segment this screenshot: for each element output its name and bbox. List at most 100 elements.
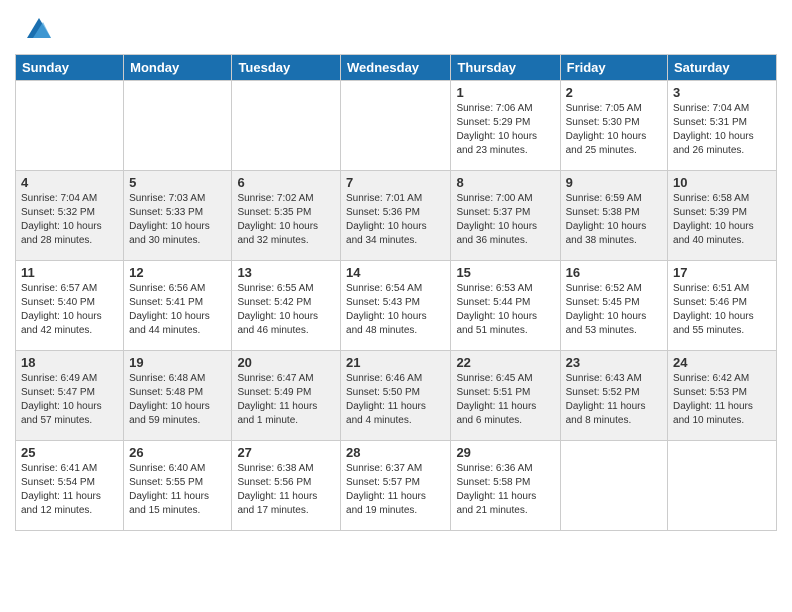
- day-info: Sunrise: 6:41 AM Sunset: 5:54 PM Dayligh…: [21, 462, 118, 518]
- day-number: 19: [129, 355, 226, 370]
- day-info: Sunrise: 7:06 AM Sunset: 5:29 PM Dayligh…: [456, 102, 554, 158]
- day-info: Sunrise: 6:55 AM Sunset: 5:42 PM Dayligh…: [237, 282, 335, 338]
- calendar-cell: [341, 81, 451, 171]
- calendar-cell: 6Sunrise: 7:02 AM Sunset: 5:35 PM Daylig…: [232, 171, 341, 261]
- day-info: Sunrise: 6:59 AM Sunset: 5:38 PM Dayligh…: [566, 192, 662, 248]
- day-info: Sunrise: 6:53 AM Sunset: 5:44 PM Dayligh…: [456, 282, 554, 338]
- column-header-thursday: Thursday: [451, 55, 560, 81]
- day-number: 5: [129, 175, 226, 190]
- day-number: 11: [21, 265, 118, 280]
- day-info: Sunrise: 6:48 AM Sunset: 5:48 PM Dayligh…: [129, 372, 226, 428]
- day-info: Sunrise: 6:37 AM Sunset: 5:57 PM Dayligh…: [346, 462, 445, 518]
- column-header-saturday: Saturday: [668, 55, 777, 81]
- calendar-cell: 13 Sunrise: 6:55 AM Sunset: 5:42 PM Dayli…: [232, 261, 341, 351]
- calendar-cell: 29 Sunrise: 6:36 AM Sunset: 5:58 PM Dayli…: [451, 441, 560, 531]
- day-number: 23: [566, 355, 662, 370]
- day-info: Sunrise: 7:03 AM Sunset: 5:33 PM Dayligh…: [129, 192, 226, 248]
- calendar-cell: 16Sunrise: 6:52 AM Sunset: 5:45 PM Dayli…: [560, 261, 667, 351]
- calendar-cell: 12 Sunrise: 6:56 AM Sunset: 5:41 PM Dayli…: [124, 261, 232, 351]
- calendar-cell: 11 Sunrise: 6:57 AM Sunset: 5:40 PM Dayli…: [16, 261, 124, 351]
- column-header-friday: Friday: [560, 55, 667, 81]
- day-info: Sunrise: 7:00 AM Sunset: 5:37 PM Dayligh…: [456, 192, 554, 248]
- day-info: Sunrise: 6:43 AM Sunset: 5:52 PM Dayligh…: [566, 372, 662, 428]
- day-number: 9: [566, 175, 662, 190]
- day-info: Sunrise: 6:46 AM Sunset: 5:50 PM Dayligh…: [346, 372, 445, 428]
- calendar-cell: 18 Sunrise: 6:49 AM Sunset: 5:47 PM Dayli…: [16, 351, 124, 441]
- day-info: Sunrise: 6:40 AM Sunset: 5:55 PM Dayligh…: [129, 462, 226, 518]
- day-info: Sunrise: 6:58 AM Sunset: 5:39 PM Dayligh…: [673, 192, 771, 248]
- calendar-table: SundayMondayTuesdayWednesdayThursdayFrid…: [15, 54, 777, 531]
- column-header-wednesday: Wednesday: [341, 55, 451, 81]
- calendar-week-2: 4 Sunrise: 7:04 AM Sunset: 5:32 PM Daylig…: [16, 171, 777, 261]
- day-number: 14: [346, 265, 445, 280]
- calendar-header-row: SundayMondayTuesdayWednesdayThursdayFrid…: [16, 55, 777, 81]
- day-number: 7: [346, 175, 445, 190]
- day-info: Sunrise: 7:04 AM Sunset: 5:31 PM Dayligh…: [673, 102, 771, 158]
- calendar-cell: 14 Sunrise: 6:54 AM Sunset: 5:43 PM Dayli…: [341, 261, 451, 351]
- calendar-cell: 2 Sunrise: 7:05 AM Sunset: 5:30 PM Daylig…: [560, 81, 667, 171]
- calendar-week-4: 18 Sunrise: 6:49 AM Sunset: 5:47 PM Dayli…: [16, 351, 777, 441]
- day-number: 13: [237, 265, 335, 280]
- page-header: [15, 10, 777, 46]
- calendar-week-5: 25 Sunrise: 6:41 AM Sunset: 5:54 PM Dayli…: [16, 441, 777, 531]
- day-info: Sunrise: 6:47 AM Sunset: 5:49 PM Dayligh…: [237, 372, 335, 428]
- day-number: 12: [129, 265, 226, 280]
- day-info: Sunrise: 6:52 AM Sunset: 5:45 PM Dayligh…: [566, 282, 662, 338]
- logo: [15, 10, 53, 46]
- calendar-cell: 26 Sunrise: 6:40 AM Sunset: 5:55 PM Dayli…: [124, 441, 232, 531]
- calendar-cell: 15 Sunrise: 6:53 AM Sunset: 5:44 PM Dayli…: [451, 261, 560, 351]
- calendar-cell: 7 Sunrise: 7:01 AM Sunset: 5:36 PM Daylig…: [341, 171, 451, 261]
- day-number: 10: [673, 175, 771, 190]
- calendar-cell: 5 Sunrise: 7:03 AM Sunset: 5:33 PM Daylig…: [124, 171, 232, 261]
- page-container: SundayMondayTuesdayWednesdayThursdayFrid…: [0, 0, 792, 541]
- calendar-cell: 10 Sunrise: 6:58 AM Sunset: 5:39 PM Dayli…: [668, 171, 777, 261]
- day-info: Sunrise: 7:05 AM Sunset: 5:30 PM Dayligh…: [566, 102, 662, 158]
- calendar-cell: 21 Sunrise: 6:46 AM Sunset: 5:50 PM Dayli…: [341, 351, 451, 441]
- day-info: Sunrise: 6:36 AM Sunset: 5:58 PM Dayligh…: [456, 462, 554, 518]
- logo-icon: [17, 10, 53, 46]
- calendar-cell: 28Sunrise: 6:37 AM Sunset: 5:57 PM Dayli…: [341, 441, 451, 531]
- calendar-cell: 3Sunrise: 7:04 AM Sunset: 5:31 PM Daylig…: [668, 81, 777, 171]
- day-info: Sunrise: 6:56 AM Sunset: 5:41 PM Dayligh…: [129, 282, 226, 338]
- calendar-cell: [668, 441, 777, 531]
- calendar-cell: 4 Sunrise: 7:04 AM Sunset: 5:32 PM Daylig…: [16, 171, 124, 261]
- day-info: Sunrise: 6:45 AM Sunset: 5:51 PM Dayligh…: [456, 372, 554, 428]
- day-number: 4: [21, 175, 118, 190]
- calendar-week-3: 11 Sunrise: 6:57 AM Sunset: 5:40 PM Dayli…: [16, 261, 777, 351]
- day-info: Sunrise: 6:42 AM Sunset: 5:53 PM Dayligh…: [673, 372, 771, 428]
- day-info: Sunrise: 6:54 AM Sunset: 5:43 PM Dayligh…: [346, 282, 445, 338]
- calendar-cell: 19 Sunrise: 6:48 AM Sunset: 5:48 PM Dayli…: [124, 351, 232, 441]
- calendar-cell: 20Sunrise: 6:47 AM Sunset: 5:49 PM Dayli…: [232, 351, 341, 441]
- calendar-cell: 9 Sunrise: 6:59 AM Sunset: 5:38 PM Daylig…: [560, 171, 667, 261]
- calendar-cell: 17Sunrise: 6:51 AM Sunset: 5:46 PM Dayli…: [668, 261, 777, 351]
- calendar-cell: 24Sunrise: 6:42 AM Sunset: 5:53 PM Dayli…: [668, 351, 777, 441]
- day-info: Sunrise: 6:38 AM Sunset: 5:56 PM Dayligh…: [237, 462, 335, 518]
- day-number: 18: [21, 355, 118, 370]
- day-number: 29: [456, 445, 554, 460]
- calendar-week-1: 1 Sunrise: 7:06 AM Sunset: 5:29 PM Daylig…: [16, 81, 777, 171]
- day-number: 26: [129, 445, 226, 460]
- column-header-monday: Monday: [124, 55, 232, 81]
- calendar-cell: [232, 81, 341, 171]
- day-number: 1: [456, 85, 554, 100]
- day-number: 22: [456, 355, 554, 370]
- day-info: Sunrise: 7:01 AM Sunset: 5:36 PM Dayligh…: [346, 192, 445, 248]
- day-info: Sunrise: 7:04 AM Sunset: 5:32 PM Dayligh…: [21, 192, 118, 248]
- day-number: 17: [673, 265, 771, 280]
- calendar-cell: 23 Sunrise: 6:43 AM Sunset: 5:52 PM Dayli…: [560, 351, 667, 441]
- day-info: Sunrise: 6:49 AM Sunset: 5:47 PM Dayligh…: [21, 372, 118, 428]
- calendar-cell: 25 Sunrise: 6:41 AM Sunset: 5:54 PM Dayli…: [16, 441, 124, 531]
- calendar-cell: [124, 81, 232, 171]
- column-header-sunday: Sunday: [16, 55, 124, 81]
- day-number: 2: [566, 85, 662, 100]
- day-info: Sunrise: 6:57 AM Sunset: 5:40 PM Dayligh…: [21, 282, 118, 338]
- calendar-cell: [560, 441, 667, 531]
- day-number: 15: [456, 265, 554, 280]
- day-number: 25: [21, 445, 118, 460]
- day-number: 8: [456, 175, 554, 190]
- calendar-cell: 22 Sunrise: 6:45 AM Sunset: 5:51 PM Dayli…: [451, 351, 560, 441]
- calendar-cell: 27Sunrise: 6:38 AM Sunset: 5:56 PM Dayli…: [232, 441, 341, 531]
- day-number: 21: [346, 355, 445, 370]
- calendar-cell: 1 Sunrise: 7:06 AM Sunset: 5:29 PM Daylig…: [451, 81, 560, 171]
- day-info: Sunrise: 7:02 AM Sunset: 5:35 PM Dayligh…: [237, 192, 335, 248]
